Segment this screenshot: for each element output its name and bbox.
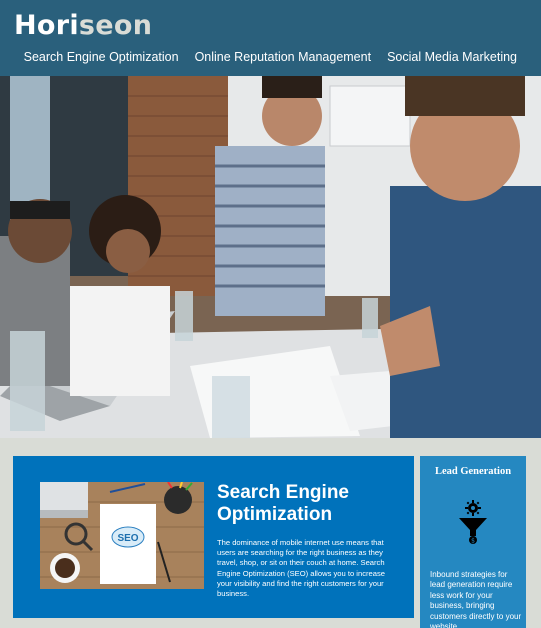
main-nav: Search Engine Optimization Online Reputa… [24,50,517,64]
nav-link-seo[interactable]: Search Engine Optimization [24,50,179,64]
nav-link-reputation[interactable]: Online Reputation Management [195,50,372,64]
hero-image [0,76,541,438]
seo-title: Search Engine Optimization [217,482,349,525]
seo-workspace-photo: SEO [40,482,204,589]
nav-link-social-media[interactable]: Social Media Marketing [387,50,517,64]
site-header: Horiseon Search Engine Optimization Onli… [0,0,541,76]
seo-notebook-text: SEO [117,533,138,544]
seo-card: SEO Search Engine Optimization The domin… [13,456,414,618]
lead-generation-card: Lead Generation $ Inbound strategies for… [420,456,526,628]
seo-image: SEO [40,482,204,589]
logo-accent-text: seon [78,10,153,41]
hero-photo [0,76,541,438]
seo-description: The dominance of mobile internet use mea… [217,538,385,599]
logo-text: Hori [14,10,79,41]
site-logo[interactable]: Horiseon [14,10,152,41]
lead-description: Inbound strategies for lead generation r… [430,570,522,628]
lead-title: Lead Generation [434,466,512,477]
funnel-gear-icon: $ [459,500,487,545]
svg-text:$: $ [471,538,475,545]
